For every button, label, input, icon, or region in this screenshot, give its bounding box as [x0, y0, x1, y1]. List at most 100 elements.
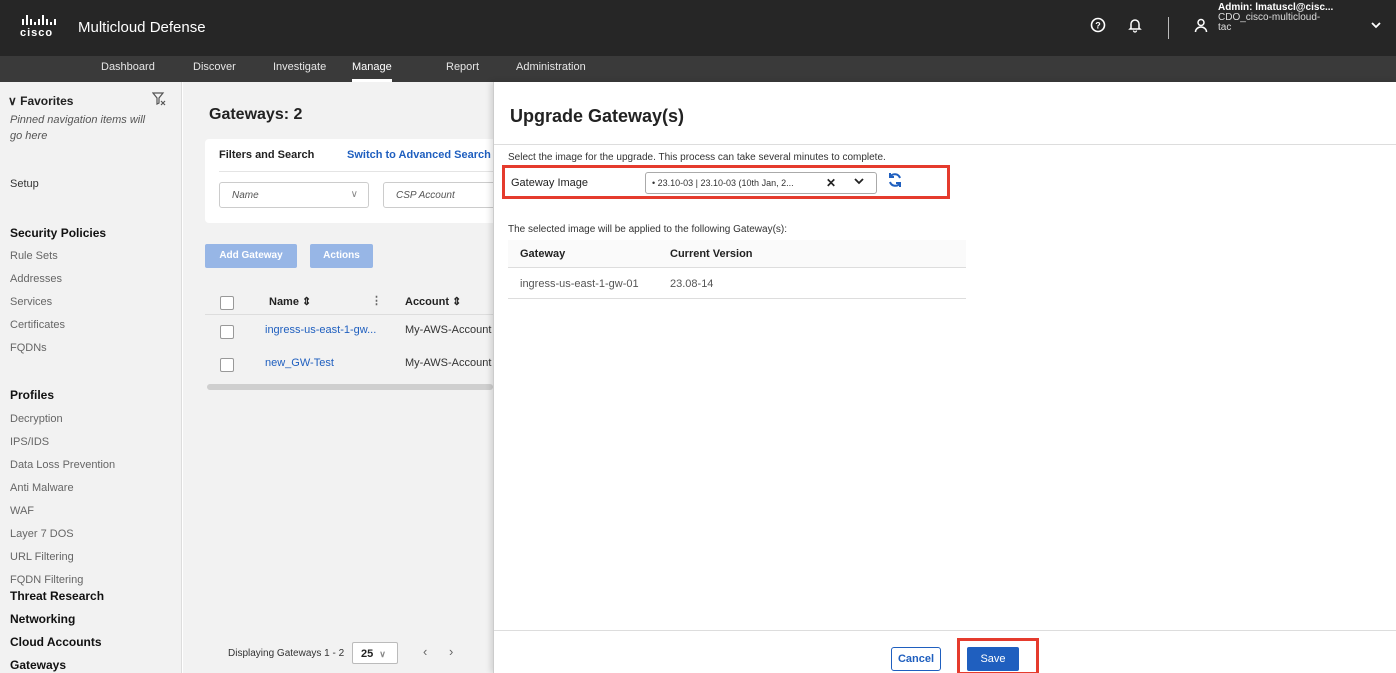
sort-icon: ⇕ — [452, 296, 462, 308]
nav-dashboard[interactable]: Dashboard — [101, 56, 155, 82]
gateway-image-select[interactable]: • 23.10-03 | 23.10-03 (10th Jan, 2... ✕ — [645, 172, 877, 194]
filter-divider — [219, 171, 499, 172]
account-cell: My-AWS-Account — [405, 324, 492, 336]
chevron-down-icon[interactable] — [854, 177, 864, 188]
bell-icon[interactable] — [1124, 17, 1146, 39]
gateways-panel: Gateways: 2 Filters and Search Switch to… — [183, 82, 513, 673]
select-all-checkbox[interactable] — [220, 296, 234, 310]
save-highlight: Save — [957, 638, 1039, 673]
user-tenant: CDO_cisco-multicloud- — [1218, 12, 1321, 23]
table-header: Name ⇕ ⋮ Account ⇕ — [205, 287, 493, 315]
favorites-label: Favorites — [20, 94, 74, 108]
sidebar-item-decryption[interactable]: Decryption — [10, 413, 63, 425]
account-cell: My-AWS-Account — [405, 357, 492, 369]
cisco-bars-icon — [22, 13, 68, 25]
column-menu-icon[interactable]: ⋮ — [371, 294, 382, 307]
applied-text: The selected image will be applied to th… — [508, 224, 788, 235]
csp-filter-placeholder: CSP Account — [396, 190, 455, 201]
drawer-description: Select the image for the upgrade. This p… — [508, 152, 886, 163]
sidebar-section-gateways[interactable]: Gateways — [10, 658, 66, 672]
add-gateway-button[interactable]: Add Gateway — [205, 244, 297, 268]
row-checkbox[interactable] — [220, 358, 234, 372]
switch-advanced-search-link[interactable]: Switch to Advanced Search — [347, 149, 491, 161]
table-row[interactable]: new_GW-Test My-AWS-Account — [205, 353, 493, 377]
sidebar-item-certificates[interactable]: Certificates — [10, 319, 65, 331]
save-button[interactable]: Save — [967, 647, 1019, 671]
favorites-note: Pinned navigation items will go here — [10, 114, 146, 142]
sidebar-item-services[interactable]: Services — [10, 296, 52, 308]
sidebar-section-threat-research[interactable]: Threat Research — [10, 589, 104, 603]
user-account[interactable]: Admin: lmatuscl@cisc... CDO_cisco-multic… — [1218, 3, 1368, 33]
sidebar-section-profiles[interactable]: Profiles — [10, 388, 54, 402]
sidebar-item-layer7-dos[interactable]: Layer 7 DOS — [10, 528, 74, 540]
top-divider — [1168, 17, 1169, 39]
help-icon[interactable]: ? — [1087, 17, 1109, 39]
filter-card: Filters and Search Switch to Advanced Se… — [205, 139, 513, 223]
drawer-title: Upgrade Gateway(s) — [510, 106, 685, 126]
chevron-down-icon[interactable] — [1370, 19, 1382, 33]
page-size-value: 25 — [361, 648, 374, 660]
refresh-icon[interactable] — [887, 172, 903, 193]
main-nav: Dashboard Discover Investigate Manage Re… — [0, 56, 1396, 82]
sidebar-item-waf[interactable]: WAF — [10, 505, 34, 517]
sidebar-section-security-policies[interactable]: Security Policies — [10, 226, 106, 240]
sidebar-section-networking[interactable]: Networking — [10, 612, 75, 626]
name-filter-select[interactable]: Name ∨ — [219, 182, 369, 208]
logo-word: cisco — [20, 27, 54, 39]
sidebar-item-setup[interactable]: Setup — [10, 178, 39, 190]
page-title: Gateways: 2 — [209, 106, 303, 123]
drawer-divider — [494, 144, 1396, 145]
sidebar-item-addresses[interactable]: Addresses — [10, 273, 62, 285]
column-header-name[interactable]: Name ⇕ — [269, 295, 311, 308]
nav-manage[interactable]: Manage — [352, 56, 392, 82]
top-bar: cisco Multicloud Defense ? Admin: lmatus… — [0, 0, 1396, 56]
column-account-label: Account — [405, 296, 449, 308]
nav-administration[interactable]: Administration — [516, 56, 586, 82]
name-filter-placeholder: Name — [232, 190, 259, 201]
gateway-image-label: Gateway Image — [511, 177, 589, 189]
prev-page-icon[interactable]: ‹ — [423, 644, 427, 659]
user-tenant-cont: tac — [1218, 22, 1232, 33]
horizontal-scrollbar[interactable] — [207, 384, 493, 390]
sort-icon: ⇕ — [302, 296, 312, 308]
sidebar-item-url-filtering[interactable]: URL Filtering — [10, 551, 74, 563]
nav-investigate[interactable]: Investigate — [273, 56, 326, 82]
sidebar-item-fqdn-filtering[interactable]: FQDN Filtering — [10, 574, 83, 586]
gateway-image-value: • 23.10-03 | 23.10-03 (10th Jan, 2... — [652, 178, 794, 188]
column-current-version: Current Version — [670, 248, 753, 260]
sidebar-item-dlp[interactable]: Data Loss Prevention — [10, 459, 115, 471]
next-page-icon[interactable]: › — [449, 644, 453, 659]
row-checkbox[interactable] — [220, 325, 234, 339]
app-title: Multicloud Defense — [78, 19, 206, 36]
pager-text: Displaying Gateways 1 - 2 — [228, 648, 345, 659]
sidebar-section-cloud-accounts[interactable]: Cloud Accounts — [10, 635, 102, 649]
nav-discover[interactable]: Discover — [193, 56, 236, 82]
drawer-footer-divider — [494, 630, 1396, 631]
gateway-link[interactable]: new_GW-Test — [265, 357, 334, 369]
column-name-label: Name — [269, 296, 299, 308]
page-size-select[interactable]: 25 ∨ — [352, 642, 398, 664]
svg-text:?: ? — [1095, 21, 1101, 31]
cisco-logo[interactable]: cisco — [20, 13, 68, 45]
table-row: ingress-us-east-1-gw-01 23.08-14 — [508, 269, 966, 299]
upgrade-table-header: Gateway Current Version — [508, 240, 966, 268]
clear-icon[interactable]: ✕ — [826, 176, 836, 190]
gateway-image-row: Gateway Image • 23.10-03 | 23.10-03 (10t… — [502, 165, 950, 199]
gateway-cell: ingress-us-east-1-gw-01 — [520, 278, 639, 290]
upgrade-gateway-drawer: Upgrade Gateway(s) Select the image for … — [493, 82, 1396, 673]
actions-button[interactable]: Actions — [310, 244, 373, 268]
table-row[interactable]: ingress-us-east-1-gw... My-AWS-Account — [205, 320, 493, 344]
user-icon[interactable] — [1190, 17, 1212, 39]
favorites-toggle[interactable]: ∨ Favorites — [8, 94, 73, 108]
sidebar-item-anti-malware[interactable]: Anti Malware — [10, 482, 74, 494]
column-header-account[interactable]: Account ⇕ — [405, 295, 461, 308]
sidebar-item-fqdns[interactable]: FQDNs — [10, 342, 47, 354]
sidebar-item-rule-sets[interactable]: Rule Sets — [10, 250, 58, 262]
chevron-down-icon: ∨ — [379, 649, 386, 659]
sidebar-item-ips-ids[interactable]: IPS/IDS — [10, 436, 49, 448]
nav-report[interactable]: Report — [446, 56, 479, 82]
chevron-down-icon: ∨ — [8, 94, 21, 108]
clear-filter-icon[interactable] — [151, 92, 166, 109]
cancel-button[interactable]: Cancel — [891, 647, 941, 671]
gateway-link[interactable]: ingress-us-east-1-gw... — [265, 324, 376, 336]
